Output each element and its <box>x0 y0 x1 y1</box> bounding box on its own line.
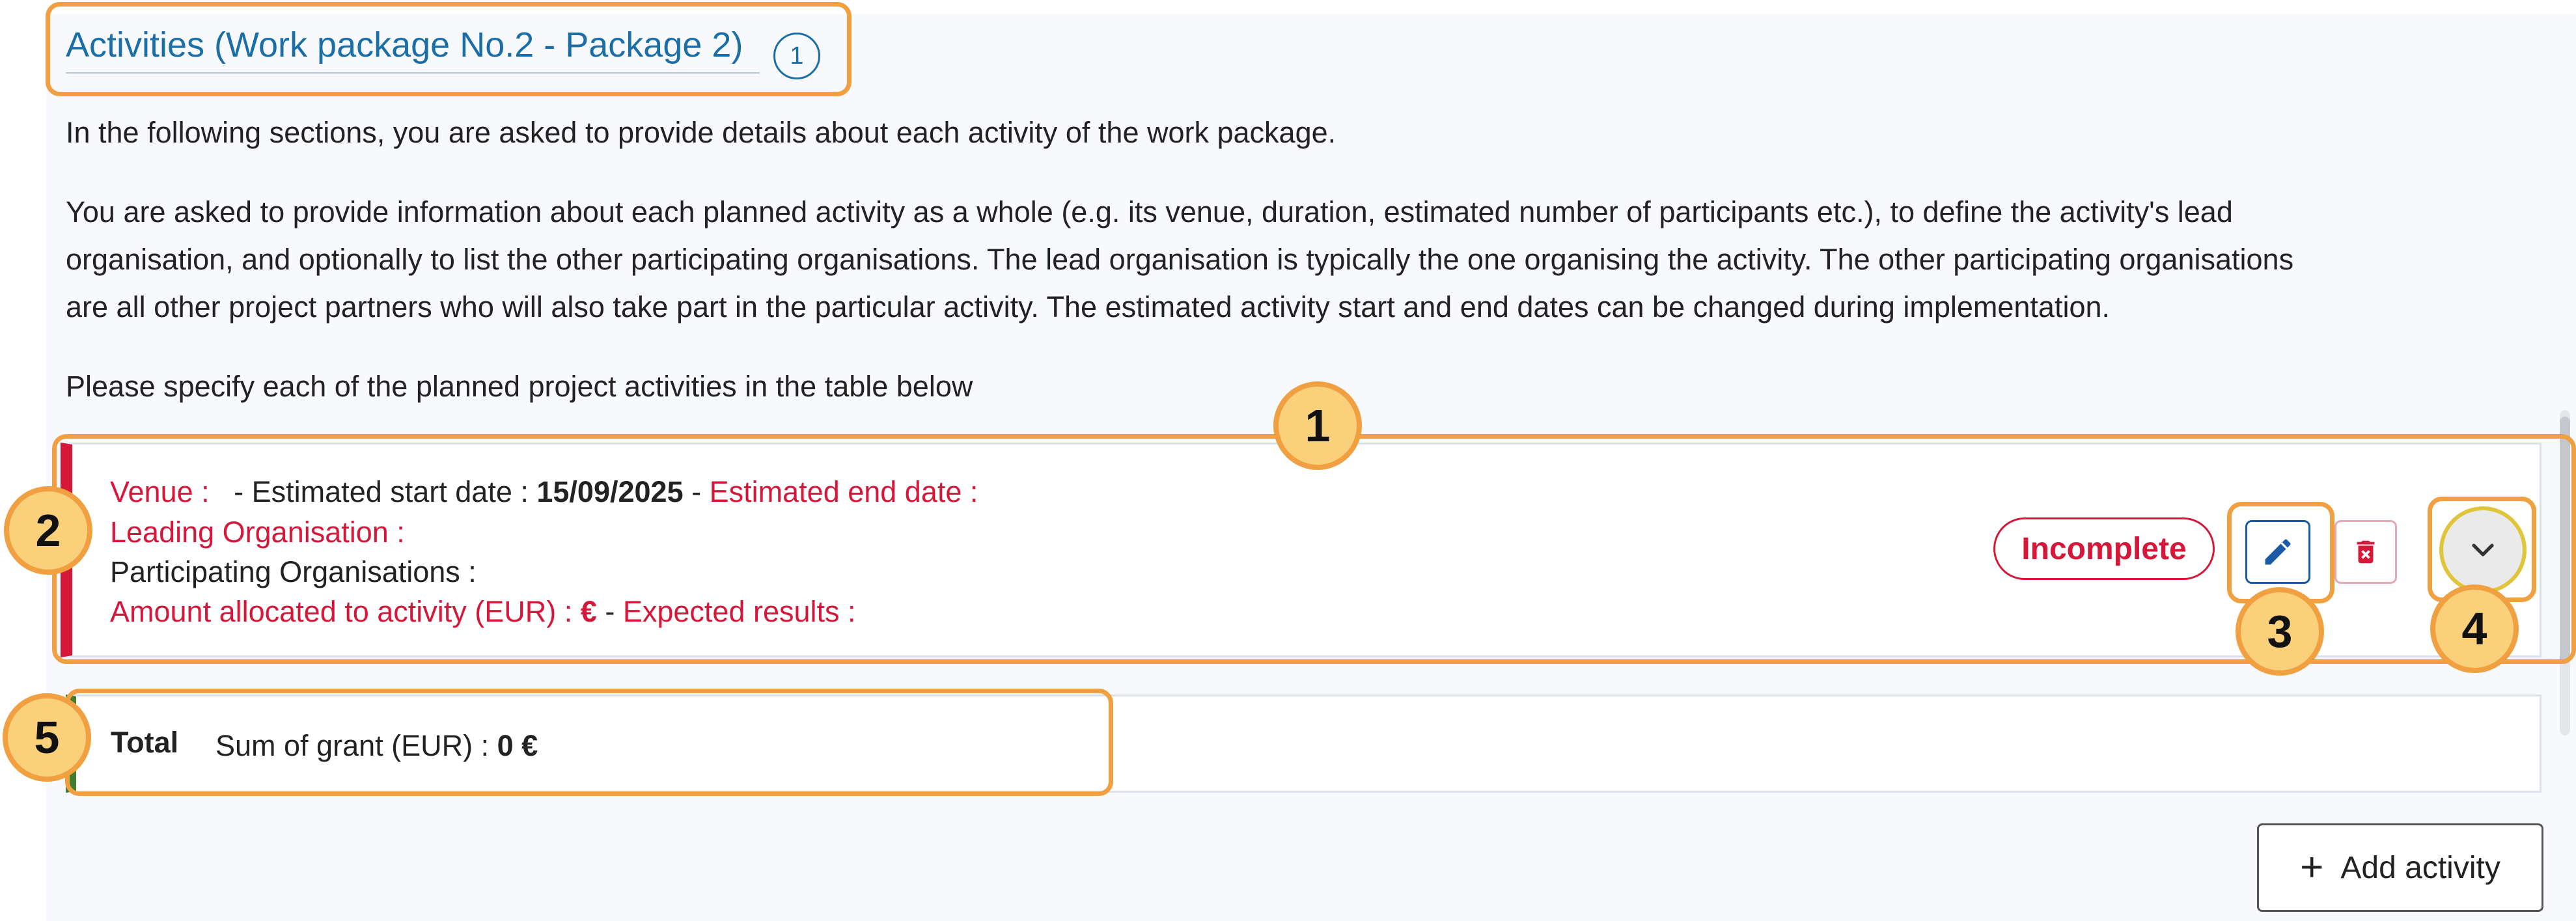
annotation-marker-2: 2 <box>4 486 92 575</box>
annotation-marker-5: 5 <box>3 693 91 782</box>
annotation-box-total <box>65 689 1113 796</box>
intro-text: In the following sections, you are asked… <box>66 116 1336 149</box>
annotation-marker-1: 1 <box>1273 381 1362 470</box>
add-activity-button[interactable]: + Add activity <box>2257 823 2543 912</box>
annotation-box-title <box>46 2 852 96</box>
details-text-line-2: organisation, and optionally to list the… <box>66 243 2294 276</box>
details-text-line-1: You are asked to provide information abo… <box>66 195 2233 228</box>
details-text-line-3: are all other project partners who will … <box>66 290 2111 323</box>
annotation-marker-3: 3 <box>2236 587 2324 676</box>
annotation-marker-4: 4 <box>2430 584 2519 673</box>
plus-icon: + <box>2300 845 2324 890</box>
add-activity-label: Add activity <box>2340 850 2500 885</box>
